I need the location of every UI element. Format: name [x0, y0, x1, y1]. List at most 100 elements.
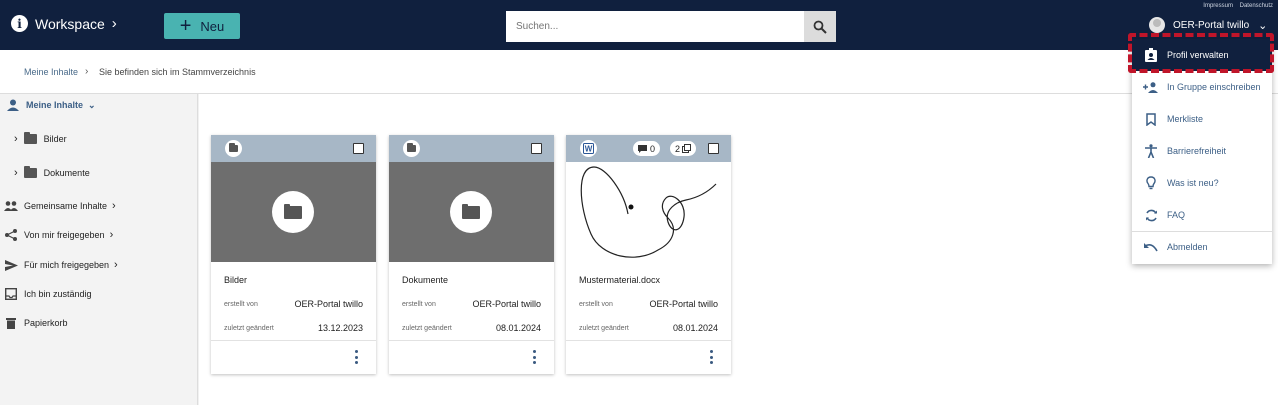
- comments-badge[interactable]: 0: [633, 141, 661, 156]
- more-options-icon[interactable]: [531, 350, 537, 364]
- card-thumbnail: [211, 162, 376, 262]
- workspace-menu[interactable]: i Workspace ›: [11, 15, 117, 32]
- modified-label: zuletzt geändert: [579, 325, 629, 332]
- card-header: [211, 135, 376, 162]
- avatar: [1149, 17, 1165, 33]
- breadcrumb-root[interactable]: Meine Inhalte: [24, 67, 78, 77]
- card-header: [389, 135, 554, 162]
- svg-text:W: W: [585, 145, 593, 154]
- datenschutz-link[interactable]: Datenschutz: [1240, 3, 1273, 9]
- sidebar-item-responsible[interactable]: Ich bin zuständig: [4, 288, 92, 300]
- chevron-down-icon: ⌄: [88, 99, 96, 110]
- menu-item-label: Abmelden: [1167, 242, 1208, 252]
- folder-icon: [225, 140, 242, 157]
- menu-item-label: In Gruppe einschreiben: [1167, 82, 1261, 92]
- folder-icon: [403, 140, 420, 157]
- sidebar-folder-dokumente[interactable]: › Dokumente: [14, 166, 90, 179]
- sidebar-item-shared-with-me[interactable]: Für mich freigegeben ›: [4, 259, 118, 271]
- new-button-label: Neu: [200, 18, 225, 34]
- user-menu-toggle[interactable]: OER-Portal twillo ⌄: [1149, 17, 1267, 33]
- new-button[interactable]: + Neu: [164, 13, 240, 39]
- comment-icon: [638, 144, 647, 153]
- folder-icon: [272, 191, 314, 233]
- card-thumbnail: [566, 162, 731, 262]
- menu-item-merkliste[interactable]: Merkliste: [1132, 103, 1272, 135]
- inbox-icon: [4, 288, 18, 300]
- created-by-value: OER-Portal twillo: [472, 299, 541, 309]
- sidebar-item-label: Meine Inhalte: [26, 100, 84, 110]
- chevron-right-icon: ›: [112, 200, 116, 212]
- select-checkbox[interactable]: [531, 143, 542, 154]
- person-icon: [6, 99, 20, 111]
- trash-icon: [4, 317, 18, 329]
- menu-item-in-gruppe-einschreiben[interactable]: In Gruppe einschreiben: [1132, 71, 1272, 103]
- divider: [211, 340, 376, 341]
- sidebar-item-shared-by-me[interactable]: Von mir freigegeben ›: [4, 229, 113, 241]
- sidebar: Meine Inhalte ⌄ › Bilder › Dokumente Gem…: [0, 94, 198, 405]
- card-header: W 0 2: [566, 135, 731, 162]
- sidebar-item-my-content[interactable]: Meine Inhalte ⌄: [6, 99, 96, 111]
- select-checkbox[interactable]: [353, 143, 364, 154]
- sidebar-item-label: Bilder: [43, 134, 67, 144]
- sidebar-item-label: Dokumente: [43, 168, 90, 178]
- undo-icon: [1143, 240, 1159, 254]
- scribble-preview: [580, 166, 717, 258]
- comments-count: 0: [650, 143, 656, 154]
- sidebar-item-trash[interactable]: Papierkorb: [4, 317, 68, 329]
- sidebar-item-label: Von mir freigegeben: [24, 230, 105, 240]
- search-box: [506, 11, 836, 42]
- versions-count: 2: [675, 143, 681, 154]
- menu-item-faq[interactable]: FAQ: [1132, 199, 1272, 231]
- menu-item-label: Barrierefreiheit: [1167, 146, 1227, 156]
- menu-item-label: FAQ: [1167, 210, 1186, 220]
- versions-badge[interactable]: 2: [670, 141, 697, 156]
- created-by-label: erstellt von: [402, 301, 436, 308]
- menu-item-barrierefreiheit[interactable]: Barrierefreiheit: [1132, 135, 1272, 167]
- search-icon: [813, 20, 827, 34]
- sidebar-folder-bilder[interactable]: › Bilder: [14, 132, 67, 145]
- sidebar-item-shared[interactable]: Gemeinsame Inhalte ›: [4, 200, 116, 212]
- highlight-frame: [1128, 33, 1274, 73]
- modified-value: 08.01.2024: [672, 323, 718, 333]
- accessibility-icon: [1143, 144, 1159, 158]
- card-thumbnail: [389, 162, 554, 262]
- content-card-mustermaterial[interactable]: W 0 2 Mustermaterial.docx erstellt von O…: [566, 135, 731, 374]
- user-name: OER-Portal twillo: [1173, 19, 1250, 31]
- content-card-bilder[interactable]: Bilder erstellt von OER-Portal twillo zu…: [211, 135, 376, 374]
- chevron-right-icon: ›: [14, 133, 18, 145]
- group-icon: [4, 200, 18, 212]
- info-icon: i: [11, 15, 28, 32]
- impressum-link[interactable]: Impressum: [1203, 3, 1233, 9]
- sidebar-item-label: Für mich freigegeben: [24, 260, 110, 270]
- card-title: Mustermaterial.docx: [579, 275, 661, 285]
- top-links: Impressum Datenschutz: [1198, 3, 1273, 9]
- more-options-icon[interactable]: [708, 350, 714, 364]
- menu-item-label: Merkliste: [1167, 114, 1204, 124]
- modified-label: zuletzt geändert: [224, 325, 274, 332]
- content-card-dokumente[interactable]: Dokumente erstellt von OER-Portal twillo…: [389, 135, 554, 374]
- menu-item-was-ist-neu[interactable]: Was ist neu?: [1132, 167, 1272, 199]
- more-options-icon[interactable]: [353, 350, 359, 364]
- menu-item-abmelden[interactable]: Abmelden: [1132, 231, 1272, 263]
- folder-icon: [24, 132, 38, 145]
- chevron-right-icon: ›: [109, 229, 114, 241]
- top-bar: i Workspace › + Neu Impressum Datenschut…: [0, 0, 1278, 50]
- created-by-label: erstellt von: [224, 301, 258, 308]
- search-input[interactable]: [506, 11, 804, 42]
- modified-value: 08.01.2024: [495, 323, 541, 333]
- search-button[interactable]: [804, 11, 836, 42]
- word-document-icon: W: [580, 140, 597, 157]
- menu-item-label: Was ist neu?: [1167, 178, 1219, 188]
- lightbulb-icon: [1143, 176, 1159, 190]
- plus-icon: +: [179, 15, 192, 37]
- card-title: Bilder: [224, 275, 248, 285]
- breadcrumb-current: Sie befinden sich im Stammverzeichnis: [99, 67, 256, 77]
- group-add-icon: [1143, 80, 1159, 94]
- breadcrumb: Meine Inhalte › Sie befinden sich im Sta…: [0, 50, 1278, 94]
- select-checkbox[interactable]: [708, 143, 719, 154]
- chevron-right-icon: ›: [111, 15, 117, 32]
- sidebar-item-label: Papierkorb: [24, 318, 68, 328]
- chevron-right-icon: ›: [114, 259, 118, 271]
- sidebar-item-label: Gemeinsame Inhalte: [24, 201, 108, 211]
- chevron-right-icon: ›: [14, 167, 18, 179]
